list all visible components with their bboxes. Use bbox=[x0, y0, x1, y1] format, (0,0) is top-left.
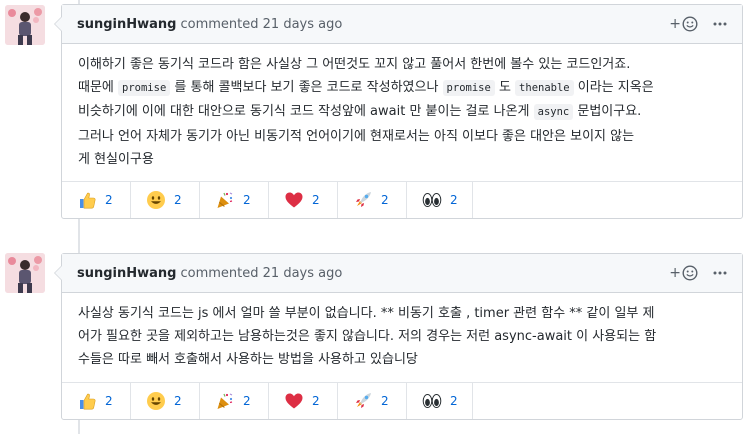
reaction-count: 2 bbox=[243, 193, 251, 208]
more-options-button[interactable] bbox=[712, 265, 728, 281]
reaction-count: 2 bbox=[174, 393, 182, 408]
reaction-button[interactable]: 2 bbox=[62, 382, 131, 419]
smiley-icon bbox=[682, 16, 698, 32]
comment-line: 이해하기 좋은 동기식 코드라 함은 사실상 그 어떤것도 꼬지 않고 풀어서 … bbox=[78, 53, 727, 76]
comment: sunginHwang commented 21 days ago + 사실상 … bbox=[54, 253, 743, 420]
reaction-button[interactable]: 2 bbox=[407, 182, 473, 219]
avatar-image bbox=[5, 5, 45, 45]
inline-code: thenable bbox=[515, 80, 574, 97]
comment: sunginHwang commented 21 days ago + 이해하기… bbox=[54, 4, 743, 220]
reaction-count: 2 bbox=[312, 393, 320, 408]
plus-label: + bbox=[669, 16, 681, 32]
eyes-icon bbox=[422, 190, 442, 210]
comment-line: 어가 필요한 곳을 제외하고는 남용하는것은 좋지 않습니다. 저의 경우는 저… bbox=[78, 325, 727, 348]
reaction-button[interactable]: 2 bbox=[338, 382, 407, 419]
reaction-button[interactable]: 2 bbox=[269, 382, 338, 419]
add-reaction-button[interactable]: + bbox=[669, 16, 698, 32]
reaction-count: 2 bbox=[450, 393, 458, 408]
thumbs-up-icon bbox=[77, 391, 97, 411]
inline-code: promise bbox=[118, 80, 171, 97]
reaction-button[interactable]: 2 bbox=[338, 182, 407, 219]
smiley-icon bbox=[682, 265, 698, 281]
reaction-count: 2 bbox=[243, 393, 251, 408]
more-options-button[interactable] bbox=[712, 16, 728, 32]
reaction-count: 2 bbox=[381, 393, 389, 408]
comment-text: 이라는 지옥은 bbox=[573, 80, 654, 96]
comment-text: 사실상 동기식 코드는 js 에서 얼마 쓸 부분이 없습니다. ** 비동기 … bbox=[78, 306, 655, 321]
comment-author[interactable]: sunginHwang bbox=[77, 17, 177, 32]
rocket-icon bbox=[353, 391, 373, 411]
reaction-count: 2 bbox=[174, 193, 182, 208]
tada-icon bbox=[215, 190, 235, 210]
reaction-button[interactable]: 2 bbox=[131, 182, 200, 219]
heart-icon bbox=[284, 391, 304, 411]
comment-author[interactable]: sunginHwang bbox=[77, 266, 177, 281]
reaction-count: 2 bbox=[450, 193, 458, 208]
kebab-horizontal-icon bbox=[713, 22, 727, 26]
reactions-bar: 2 2 2 2 2 2 bbox=[62, 181, 742, 219]
inline-code: async bbox=[533, 104, 574, 121]
avatar[interactable] bbox=[5, 253, 45, 293]
comment-timestamp[interactable]: commented 21 days ago bbox=[181, 266, 343, 281]
thumbs-up-icon bbox=[77, 190, 97, 210]
comment-text: 도 bbox=[494, 80, 516, 96]
rocket-icon bbox=[353, 190, 373, 210]
comment-header: sunginHwang commented 21 days ago + bbox=[62, 5, 742, 44]
comment-line: 게 현실이구용 bbox=[78, 148, 727, 171]
comment-text: 를 통해 콜백보다 보기 좋은 코드로 작성하였으나 bbox=[170, 80, 443, 96]
comment-text: 그러나 언어 자체가 동기가 아닌 비동기적 언어이기에 현재로서는 아직 이보… bbox=[78, 128, 635, 144]
comment-line: 때문에 promise 를 통해 콜백보다 보기 좋은 코드로 작성하였으나 p… bbox=[78, 76, 727, 100]
inline-code: promise bbox=[442, 80, 495, 97]
reaction-button[interactable]: 2 bbox=[200, 382, 269, 419]
comment-header: sunginHwang commented 21 days ago + bbox=[62, 254, 742, 293]
comment-line: 그러나 언어 자체가 동기가 아닌 비동기적 언어이기에 현재로서는 아직 이보… bbox=[78, 125, 727, 148]
comment-text: 어가 필요한 곳을 제외하고는 남용하는것은 좋지 않습니다. 저의 경우는 저… bbox=[78, 329, 657, 345]
plus-label: + bbox=[669, 265, 681, 281]
add-reaction-button[interactable]: + bbox=[669, 265, 698, 281]
comment-text: 이해하기 좋은 동기식 코드라 함은 사실상 그 어떤것도 꼬지 않고 풀어서 … bbox=[78, 57, 631, 72]
comment-body: 이해하기 좋은 동기식 코드라 함은 사실상 그 어떤것도 꼬지 않고 풀어서 … bbox=[62, 44, 742, 181]
smile-icon bbox=[146, 190, 166, 210]
comment-timestamp[interactable]: commented 21 days ago bbox=[181, 17, 343, 32]
reaction-button[interactable]: 2 bbox=[62, 182, 131, 219]
reaction-count: 2 bbox=[105, 393, 113, 408]
comment-text: 문법이구요. bbox=[573, 104, 642, 120]
comment-body: 사실상 동기식 코드는 js 에서 얼마 쓸 부분이 없습니다. ** 비동기 … bbox=[62, 293, 742, 382]
reaction-button[interactable]: 2 bbox=[269, 182, 338, 219]
reactions-bar: 2 2 2 2 2 2 bbox=[62, 381, 742, 419]
comment-line: 사실상 동기식 코드는 js 에서 얼마 쓸 부분이 없습니다. ** 비동기 … bbox=[78, 302, 727, 325]
comment-text: 비슷하기에 이에 대한 대안으로 동기식 코드 작성앞에 await 만 붙이는… bbox=[78, 104, 534, 120]
comment-line: 비슷하기에 이에 대한 대안으로 동기식 코드 작성앞에 await 만 붙이는… bbox=[78, 100, 727, 124]
reaction-button[interactable]: 2 bbox=[200, 182, 269, 219]
kebab-horizontal-icon bbox=[713, 271, 727, 275]
comment-text: 게 현실이구용 bbox=[78, 151, 154, 167]
comment-text: 수들은 따로 빼서 호출해서 사용하는 방법을 사용하고 있습니당 bbox=[78, 352, 418, 368]
reaction-count: 2 bbox=[381, 193, 389, 208]
reaction-count: 2 bbox=[105, 193, 113, 208]
reaction-count: 2 bbox=[312, 193, 320, 208]
reaction-button[interactable]: 2 bbox=[407, 382, 473, 419]
reaction-button[interactable]: 2 bbox=[131, 382, 200, 419]
comment-line: 수들은 따로 빼서 호출해서 사용하는 방법을 사용하고 있습니당 bbox=[78, 348, 727, 371]
heart-icon bbox=[284, 190, 304, 210]
comment-text: 때문에 bbox=[78, 80, 119, 96]
tada-icon bbox=[215, 391, 235, 411]
avatar[interactable] bbox=[5, 5, 45, 45]
eyes-icon bbox=[422, 391, 442, 411]
smile-icon bbox=[146, 391, 166, 411]
avatar-image bbox=[5, 253, 45, 293]
